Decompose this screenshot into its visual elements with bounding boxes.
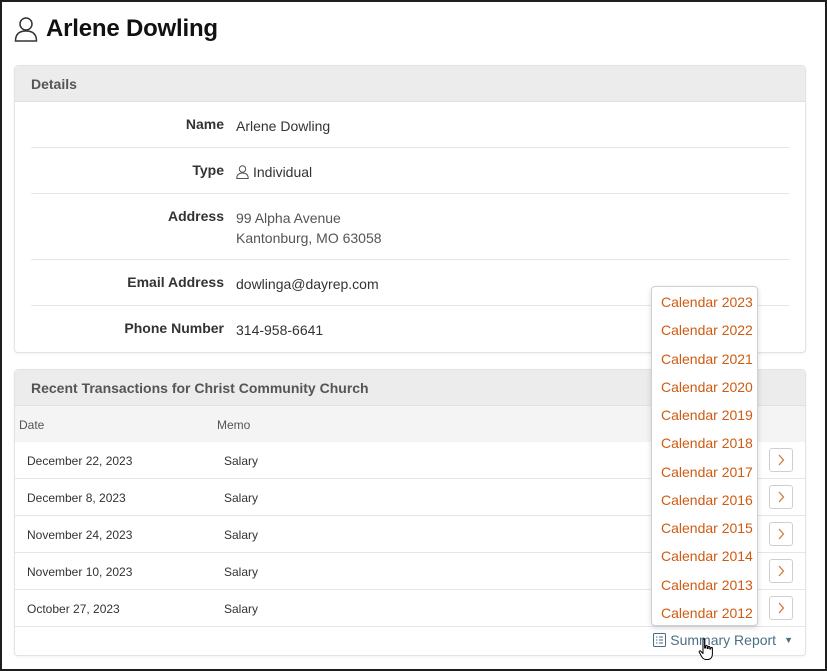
row-date: October 27, 2023	[27, 602, 120, 616]
detail-label: Email Address	[127, 274, 224, 290]
person-icon	[14, 16, 38, 42]
app-window: Arlene Dowling Details Name Arlene Dowli…	[0, 0, 827, 671]
page-title: Arlene Dowling	[46, 15, 218, 42]
chevron-right-icon	[778, 491, 785, 503]
menu-item-calendar-2022[interactable]: Calendar 2022	[661, 322, 753, 338]
menu-item-calendar-2023[interactable]: Calendar 2023	[661, 294, 753, 310]
row-open-button[interactable]	[769, 522, 793, 546]
table-footer: Summary Report ▼	[15, 629, 805, 655]
row-open-button[interactable]	[769, 559, 793, 583]
row-open-button[interactable]	[769, 448, 793, 472]
chevron-right-icon	[778, 528, 785, 540]
detail-label: Name	[185, 116, 224, 132]
detail-row-address: Address 99 Alpha Avenue Kantonburg, MO 6…	[31, 194, 789, 260]
detail-row-name: Name Arlene Dowling	[31, 102, 789, 148]
detail-label: Phone Number	[124, 320, 224, 336]
menu-item-calendar-2020[interactable]: Calendar 2020	[661, 379, 753, 395]
detail-label: Type	[192, 162, 224, 178]
row-memo: Salary	[224, 491, 259, 505]
menu-item-calendar-2015[interactable]: Calendar 2015	[661, 520, 753, 536]
row-memo: Salary	[224, 528, 259, 542]
row-memo: Salary	[224, 565, 259, 579]
row-date: December 22, 2023	[27, 454, 133, 468]
detail-label: Address	[167, 208, 224, 224]
hand-pointer-icon	[698, 638, 716, 667]
detail-row-type: Type Individual	[31, 148, 789, 194]
menu-item-calendar-2012[interactable]: Calendar 2012	[661, 605, 753, 621]
menu-item-calendar-2014[interactable]: Calendar 2014	[661, 548, 753, 564]
list-icon	[653, 633, 667, 647]
row-date: November 24, 2023	[27, 528, 133, 542]
address-line-1: 99 Alpha Avenue	[236, 210, 341, 226]
row-date: November 10, 2023	[27, 565, 133, 579]
menu-item-calendar-2016[interactable]: Calendar 2016	[661, 492, 753, 508]
page-header: Arlene Dowling	[14, 12, 218, 46]
detail-value-address: 99 Alpha Avenue Kantonburg, MO 63058	[236, 208, 382, 248]
row-memo: Salary	[224, 602, 259, 616]
detail-value-type: Individual	[236, 162, 312, 184]
caret-down-icon: ▼	[784, 635, 793, 645]
address-line-2: Kantonburg, MO 63058	[236, 230, 382, 246]
summary-report-menu: Calendar 2023 Calendar 2022 Calendar 202…	[651, 286, 758, 626]
row-date: December 8, 2023	[27, 491, 126, 505]
column-header-memo: Memo	[217, 418, 251, 432]
menu-item-calendar-2017[interactable]: Calendar 2017	[661, 464, 753, 480]
chevron-right-icon	[778, 565, 785, 577]
details-heading: Details	[15, 66, 805, 102]
row-memo: Salary	[224, 454, 259, 468]
type-text: Individual	[253, 164, 313, 180]
chevron-right-icon	[778, 602, 785, 614]
row-open-button[interactable]	[769, 485, 793, 509]
column-header-date: Date	[19, 418, 45, 432]
detail-value-phone: 314-958-6641	[236, 322, 324, 338]
person-icon	[236, 164, 249, 184]
row-open-button[interactable]	[769, 596, 793, 620]
menu-item-calendar-2021[interactable]: Calendar 2021	[661, 351, 753, 367]
menu-item-calendar-2019[interactable]: Calendar 2019	[661, 407, 753, 423]
menu-item-calendar-2018[interactable]: Calendar 2018	[661, 435, 753, 451]
chevron-right-icon	[778, 454, 785, 466]
summary-report-button[interactable]: Summary Report ▼	[653, 632, 793, 648]
detail-value-name: Arlene Dowling	[236, 118, 331, 134]
detail-value-email: dowlinga@dayrep.com	[236, 276, 379, 292]
summary-report-label: Summary Report	[670, 632, 777, 648]
menu-item-calendar-2013[interactable]: Calendar 2013	[661, 577, 753, 593]
